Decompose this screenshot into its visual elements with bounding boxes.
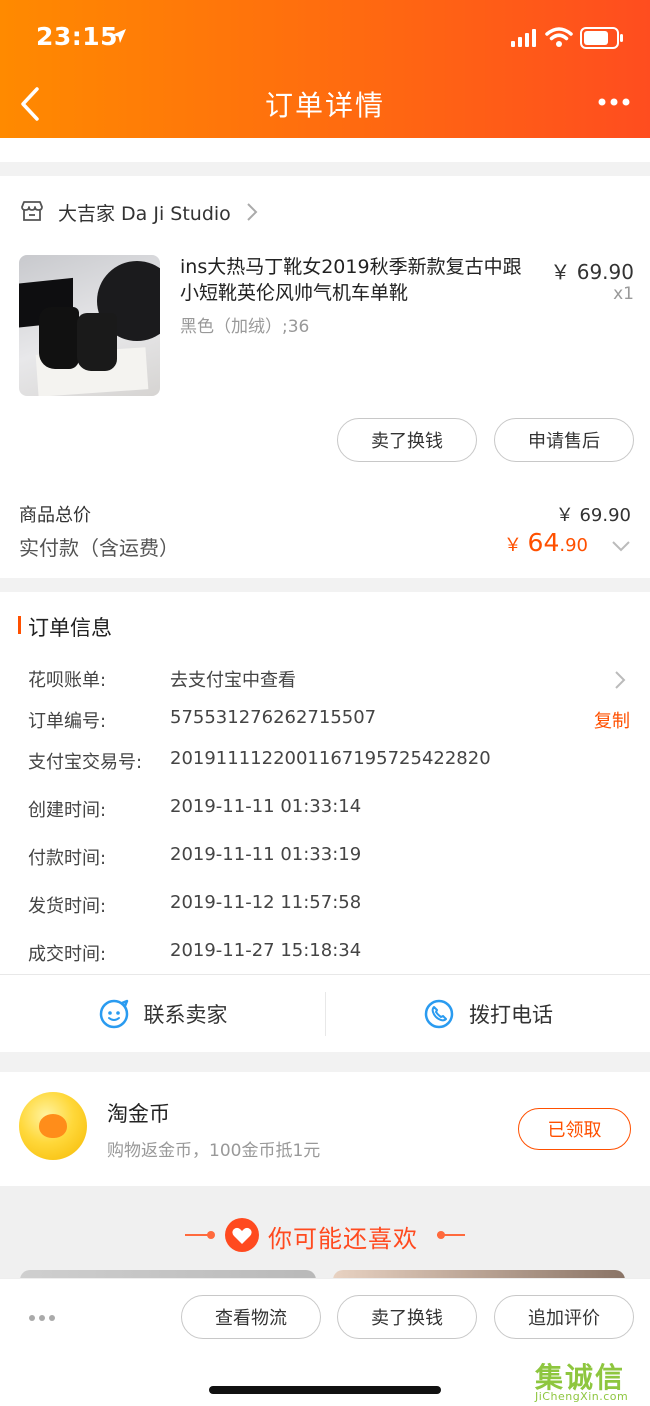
info-value: 2019-11-11 01:33:14	[170, 796, 362, 817]
product-card: 大吉家 Da Ji Studio ins大热马丁靴女2019秋季新款复古中跟小短…	[0, 176, 650, 578]
info-label: 支付宝交易号:	[28, 752, 143, 773]
paid-integer: 64	[527, 528, 560, 557]
status-time: 23:15	[36, 22, 119, 51]
location-arrow-icon	[112, 29, 126, 43]
sell-button[interactable]: 卖了换钱	[337, 1295, 477, 1339]
product-price: ￥ 69.90	[550, 260, 634, 284]
shop-name[interactable]: 大吉家 Da Ji Studio	[58, 199, 231, 226]
chevron-down-icon[interactable]	[611, 540, 631, 552]
order-info-title: 订单信息	[28, 616, 112, 640]
info-value: 575531276262715507	[170, 707, 377, 728]
info-label: 创建时间:	[28, 800, 107, 821]
info-value: 2019-11-12 11:57:58	[170, 892, 362, 913]
chevron-right-icon[interactable]	[246, 202, 258, 222]
chat-icon	[99, 999, 128, 1028]
coins-title: 淘金币	[107, 1102, 170, 1126]
shop-icon	[21, 201, 43, 221]
info-row-shipped: 发货时间: 2019-11-12 11:57:58	[0, 892, 650, 922]
info-row-created: 创建时间: 2019-11-11 01:33:14	[0, 796, 650, 826]
product-quantity: x1	[613, 284, 634, 304]
info-row-huabei[interactable]: 花呗账单: 去支付宝中查看	[0, 666, 650, 696]
info-row-paid: 付款时间: 2019-11-11 01:33:19	[0, 844, 650, 874]
section-marker	[18, 616, 21, 634]
paid-symbol: ￥	[503, 535, 528, 556]
paid-decimal: .90	[559, 535, 588, 556]
chevron-right-icon	[615, 671, 626, 689]
after-sale-button[interactable]: 申请售后	[494, 418, 634, 462]
subtotal-label: 商品总价	[19, 505, 91, 526]
decor-dot	[437, 1231, 445, 1239]
top-strip	[0, 138, 650, 162]
order-info-card: 订单信息 花呗账单: 去支付宝中查看 订单编号: 575531276262715…	[0, 592, 650, 1052]
info-row-completed: 成交时间: 2019-11-27 15:18:34	[0, 940, 650, 970]
watermark: 集诚信 JiChengXin.com	[533, 1354, 650, 1406]
home-indicator	[209, 1386, 441, 1394]
more-icon[interactable]	[598, 97, 630, 107]
product-variant: 黑色（加绒）;36	[180, 317, 310, 337]
heart-icon	[225, 1218, 259, 1252]
info-label: 付款时间:	[28, 848, 107, 869]
recommendations-title: 你可能还喜欢	[268, 1225, 418, 1253]
add-review-button[interactable]: 追加评价	[494, 1295, 634, 1339]
header: 23:15 订单详情	[0, 0, 650, 138]
recommendations: 你可能还喜欢	[0, 1186, 650, 1290]
view-logistics-button[interactable]: 查看物流	[181, 1295, 321, 1339]
sell-button[interactable]: 卖了换钱	[337, 418, 477, 462]
info-label: 发货时间:	[28, 896, 107, 917]
info-label: 成交时间:	[28, 944, 107, 965]
call-label: 拨打电话	[469, 1002, 553, 1027]
copy-button[interactable]: 复制	[594, 707, 630, 733]
info-label: 订单编号:	[28, 711, 107, 732]
paid-amount: ￥ 64.90	[504, 528, 588, 557]
paid-label: 实付款（含运费）	[19, 536, 179, 560]
phone-icon	[424, 999, 454, 1028]
info-value: 2019-11-11 01:33:19	[170, 844, 362, 865]
product-image[interactable]	[19, 255, 160, 396]
coin-icon	[19, 1092, 87, 1160]
info-value: 2019-11-27 15:18:34	[170, 940, 362, 961]
coins-card: 淘金币 购物返金币，100金币抵1元 已领取	[0, 1072, 650, 1186]
page-title: 订单详情	[264, 89, 385, 122]
wifi-icon	[545, 27, 573, 47]
decor-dot	[207, 1231, 215, 1239]
product-title[interactable]: ins大热马丁靴女2019秋季新款复古中跟小短靴英伦风帅气机车单靴	[180, 254, 540, 306]
battery-icon	[580, 27, 623, 49]
call-button[interactable]: 拨打电话	[326, 975, 650, 1052]
info-value: 2019111122001167195725422820	[170, 748, 491, 769]
signal-icon	[511, 29, 536, 47]
contact-seller-label: 联系卖家	[143, 1002, 228, 1027]
info-value: 去支付宝中查看	[170, 670, 296, 691]
subtotal-value: ￥ 69.90	[555, 505, 631, 526]
info-label: 花呗账单:	[28, 670, 107, 691]
coins-description: 购物返金币，100金币抵1元	[107, 1141, 321, 1161]
dots-icon[interactable]	[28, 1314, 56, 1322]
info-row-order-number: 订单编号: 575531276262715507 复制	[0, 707, 650, 737]
claimed-button[interactable]: 已领取	[518, 1108, 631, 1150]
info-row-alipay-number: 支付宝交易号: 2019111122001167195725422820	[0, 748, 650, 778]
contact-seller-button[interactable]: 联系卖家	[0, 975, 325, 1052]
watermark-url: JiChengXin.com	[535, 1390, 629, 1403]
